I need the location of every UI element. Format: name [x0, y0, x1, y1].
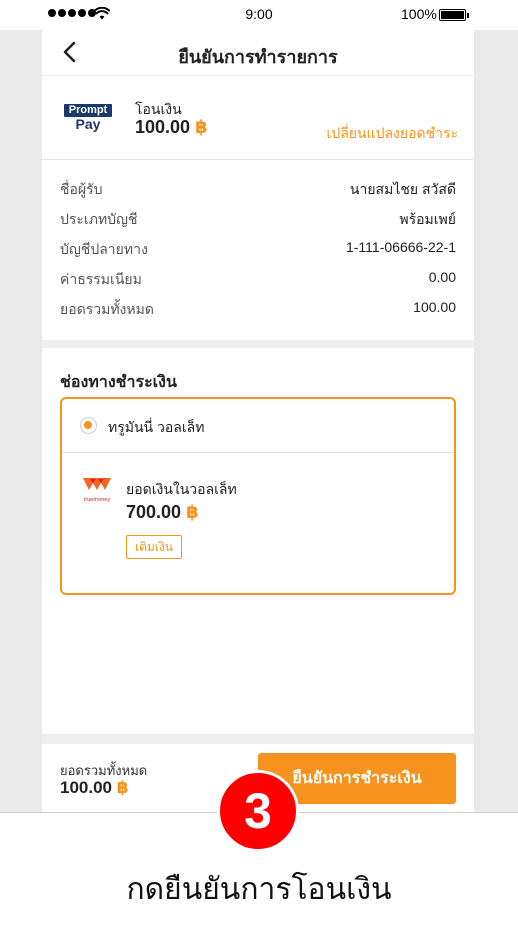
section-divider — [42, 734, 474, 744]
battery-percent: 100% — [401, 6, 437, 22]
transfer-amount: 100.00 ฿ — [135, 117, 208, 137]
detail-label: ชื่อผู้รับ — [60, 181, 103, 197]
step-caption: กดยืนยันการโอนเงิน — [126, 873, 392, 906]
detail-value: 1-111-06666-22-1 — [345, 239, 456, 255]
detail-value: 100.00 — [413, 299, 456, 315]
transfer-summary: Prompt Pay โอนเงิน 100.00 ฿ เปลี่ยนแปลงย… — [42, 77, 474, 160]
baht-symbol: ฿ — [195, 117, 208, 137]
detail-value: พร้อมเพย์ — [399, 211, 456, 227]
wallet-balance-label: ยอดเงินในวอลเล็ท — [126, 481, 237, 497]
status-bar: 9:00 100% — [0, 0, 518, 30]
detail-row-account-type: ประเภทบัญชี พร้อมเพย์ — [60, 209, 456, 231]
page-title: ยืนยันการทำรายการ — [178, 47, 338, 67]
change-amount-link[interactable]: เปลี่ยนแปลงยอดชำระ — [327, 123, 458, 145]
detail-label: ประเภทบัญชี — [60, 211, 138, 227]
detail-row-fee: ค่าธรรมเนียม 0.00 — [60, 269, 456, 291]
promptpay-logo: Prompt Pay — [64, 104, 112, 132]
footer-total-amount: 100.00 ฿ — [60, 778, 129, 797]
baht-symbol: ฿ — [116, 778, 129, 797]
detail-label: ยอดรวมทั้งหมด — [60, 301, 154, 317]
wallet-balance: 700.00 ฿ — [126, 502, 199, 522]
payment-channel-title: ช่องทางชำระเงิน — [60, 374, 177, 391]
detail-row-total: ยอดรวมทั้งหมด 100.00 — [60, 299, 456, 321]
nav-bar: ยืนยันการทำรายการ — [42, 30, 474, 76]
section-divider — [42, 340, 474, 348]
phone-screenshot: 9:00 100% ยืนยันการทำรายการ Prompt Pay โ… — [0, 0, 518, 813]
top-up-button[interactable]: เติมเงิน — [126, 535, 182, 559]
wallet-option[interactable]: ทรูมันนี่ วอลเล็ท — [62, 399, 454, 453]
wallet-option-card[interactable]: ทรูมันนี่ วอลเล็ท truemoney ยอดเงินในวอล… — [60, 397, 456, 595]
baht-symbol: ฿ — [186, 502, 199, 522]
detail-row-recipient: ชื่อผู้รับ นายสมไชย สวัสดี — [60, 179, 456, 201]
app-screen: ยืนยันการทำรายการ Prompt Pay โอนเงิน 100… — [42, 30, 474, 812]
recipient-details: ชื่อผู้รับ นายสมไชย สวัสดี ประเภทบัญชี พ… — [42, 161, 474, 347]
battery-icon — [439, 9, 469, 21]
radio-selected-icon[interactable] — [80, 417, 97, 434]
detail-label: บัญชีปลายทาง — [60, 241, 148, 257]
detail-value: 0.00 — [428, 269, 456, 285]
truemoney-logo: truemoney — [83, 478, 111, 503]
svg-text:truemoney: truemoney — [84, 497, 111, 503]
detail-row-destination: บัญชีปลายทาง 1-111-06666-22-1 — [60, 239, 456, 261]
detail-value: นายสมไชย สวัสดี — [349, 181, 456, 197]
step-number-badge: 3 — [217, 770, 299, 852]
detail-label: ค่าธรรมเนียม — [60, 271, 142, 287]
wallet-name: ทรูมันนี่ วอลเล็ท — [108, 419, 205, 435]
